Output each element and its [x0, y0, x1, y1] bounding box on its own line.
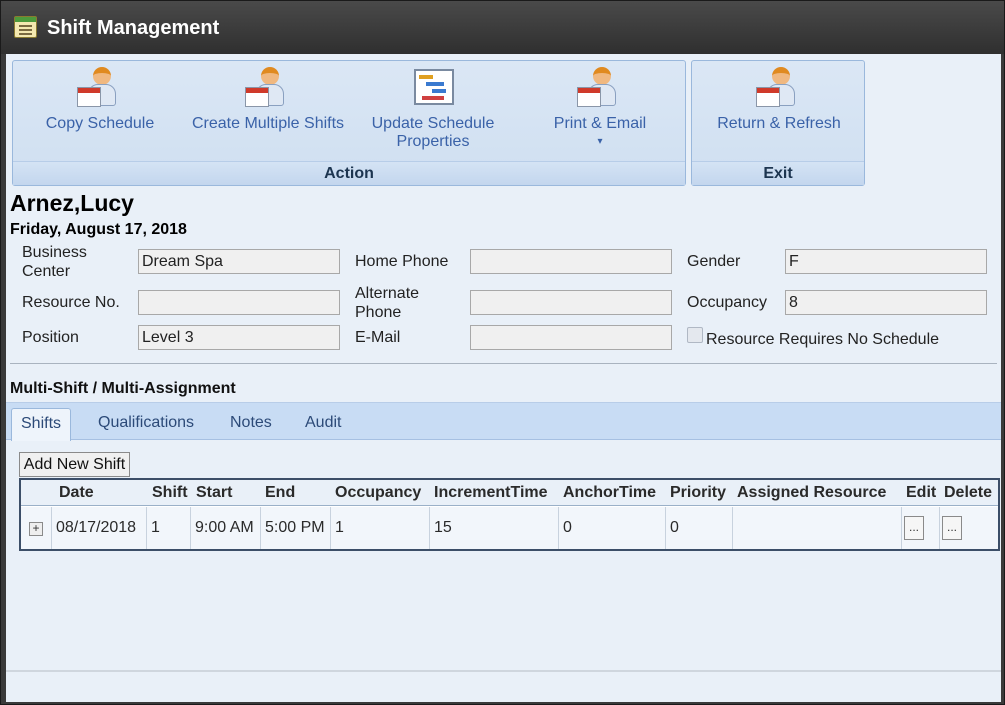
column-header-shift[interactable]: Shift: [152, 484, 188, 502]
app-icon: [14, 16, 37, 38]
cell-occupancy: 1: [331, 507, 430, 549]
shift-management-window: Shift Management Copy Schedule Create Mu…: [0, 0, 1005, 705]
gantt-chart-icon: [410, 65, 456, 111]
email-field[interactable]: [470, 325, 672, 350]
gender-field[interactable]: F: [785, 249, 987, 274]
tab-shifts[interactable]: Shifts: [11, 408, 72, 441]
print-email-label: Print & Email: [553, 115, 647, 132]
schedule-person-icon: [77, 65, 123, 111]
column-header-delete[interactable]: Delete: [944, 484, 992, 502]
update-schedule-properties-label: Update Schedule Properties: [371, 115, 495, 150]
tab-qualifications[interactable]: Qualifications: [89, 408, 203, 441]
table-row[interactable]: + 08/17/2018 1 9:00 AM 5:00 PM 1 15 0 0 …: [21, 507, 998, 549]
tab-notes[interactable]: Notes: [221, 408, 281, 441]
resource-name: Arnez,Lucy: [10, 190, 134, 216]
window-title: Shift Management: [47, 17, 220, 39]
exit-group-caption: Exit: [692, 161, 864, 185]
main-content: Copy Schedule Create Multiple Shifts Upd…: [6, 54, 1001, 702]
footer-divider: [6, 670, 1001, 672]
column-header-end[interactable]: End: [265, 484, 295, 502]
cell-delete: ...: [940, 507, 998, 549]
no-schedule-checkbox[interactable]: [687, 327, 703, 343]
business-center-label: Business Center: [22, 244, 87, 280]
cell-anchor-time: 0: [559, 507, 666, 549]
multi-shift-title: Multi-Shift / Multi-Assignment: [10, 380, 236, 397]
ribbon-exit-group: Return & Refresh Exit: [691, 60, 865, 186]
column-header-assigned-resource[interactable]: Assigned Resource: [737, 484, 886, 502]
cell-shift: 1: [147, 507, 191, 549]
return-refresh-label: Return & Refresh: [717, 115, 841, 132]
cell-date: 08/17/2018: [52, 507, 147, 549]
chevron-down-icon[interactable]: ▾: [533, 133, 667, 151]
position-field[interactable]: Level 3: [138, 325, 340, 350]
cell-priority: 0: [666, 507, 733, 549]
cell-assigned-resource: [733, 507, 902, 549]
edit-button[interactable]: ...: [904, 516, 924, 540]
copy-schedule-label: Copy Schedule: [45, 115, 155, 132]
tab-audit[interactable]: Audit: [296, 408, 350, 441]
occupancy-field[interactable]: 8: [785, 290, 987, 315]
position-label: Position: [22, 329, 79, 346]
schedule-person-icon: [756, 65, 802, 111]
schedule-date: Friday, August 17, 2018: [10, 221, 187, 238]
email-label: E-Mail: [355, 329, 401, 346]
column-header-priority[interactable]: Priority: [670, 484, 726, 502]
add-new-shift-button[interactable]: Add New Shift: [19, 452, 130, 477]
create-multiple-shifts-button[interactable]: Create Multiple Shifts: [185, 65, 351, 133]
schedule-person-icon: [577, 65, 623, 111]
column-header-start[interactable]: Start: [196, 484, 232, 502]
delete-button[interactable]: ...: [942, 516, 962, 540]
column-header-edit[interactable]: Edit: [906, 484, 936, 502]
ribbon-action-group: Copy Schedule Create Multiple Shifts Upd…: [12, 60, 686, 186]
row-expander-cell: +: [21, 507, 52, 549]
alternate-phone-label: Alternate Phone: [355, 285, 420, 321]
column-header-anchor-time[interactable]: AnchorTime: [563, 484, 656, 502]
gender-label: Gender: [687, 253, 741, 270]
schedule-person-icon: [245, 65, 291, 111]
occupancy-label: Occupancy: [687, 294, 768, 311]
home-phone-field[interactable]: [470, 249, 672, 274]
return-refresh-button[interactable]: Return & Refresh: [702, 65, 856, 133]
cell-increment-time: 15: [430, 507, 559, 549]
cell-edit: ...: [902, 507, 940, 549]
action-group-caption: Action: [13, 161, 685, 185]
alternate-phone-field[interactable]: [470, 290, 672, 315]
update-schedule-properties-button[interactable]: Update Schedule Properties: [368, 65, 498, 151]
copy-schedule-button[interactable]: Copy Schedule: [33, 65, 167, 133]
cell-start: 9:00 AM: [191, 507, 261, 549]
home-phone-label: Home Phone: [355, 253, 449, 270]
title-bar[interactable]: Shift Management: [1, 1, 1004, 54]
no-schedule-label: Resource Requires No Schedule: [706, 331, 940, 348]
print-email-button[interactable]: Print & Email ▾: [533, 65, 667, 151]
create-multiple-shifts-label: Create Multiple Shifts: [191, 115, 345, 132]
column-header-increment-time[interactable]: IncrementTime: [434, 484, 548, 502]
column-header-occupancy[interactable]: Occupancy: [335, 484, 421, 502]
resource-no-field[interactable]: [138, 290, 340, 315]
divider: [10, 363, 997, 364]
column-header-date[interactable]: Date: [59, 484, 94, 502]
resource-no-label: Resource No.: [22, 294, 120, 311]
business-center-field[interactable]: Dream Spa: [138, 249, 340, 274]
expand-icon[interactable]: +: [29, 522, 43, 536]
tab-bar: Shifts Qualifications Notes Audit: [6, 402, 1001, 441]
cell-end: 5:00 PM: [261, 507, 331, 549]
shifts-grid: Date Shift Start End Occupancy Increment…: [19, 478, 1000, 551]
grid-header: Date Shift Start End Occupancy Increment…: [21, 480, 998, 506]
